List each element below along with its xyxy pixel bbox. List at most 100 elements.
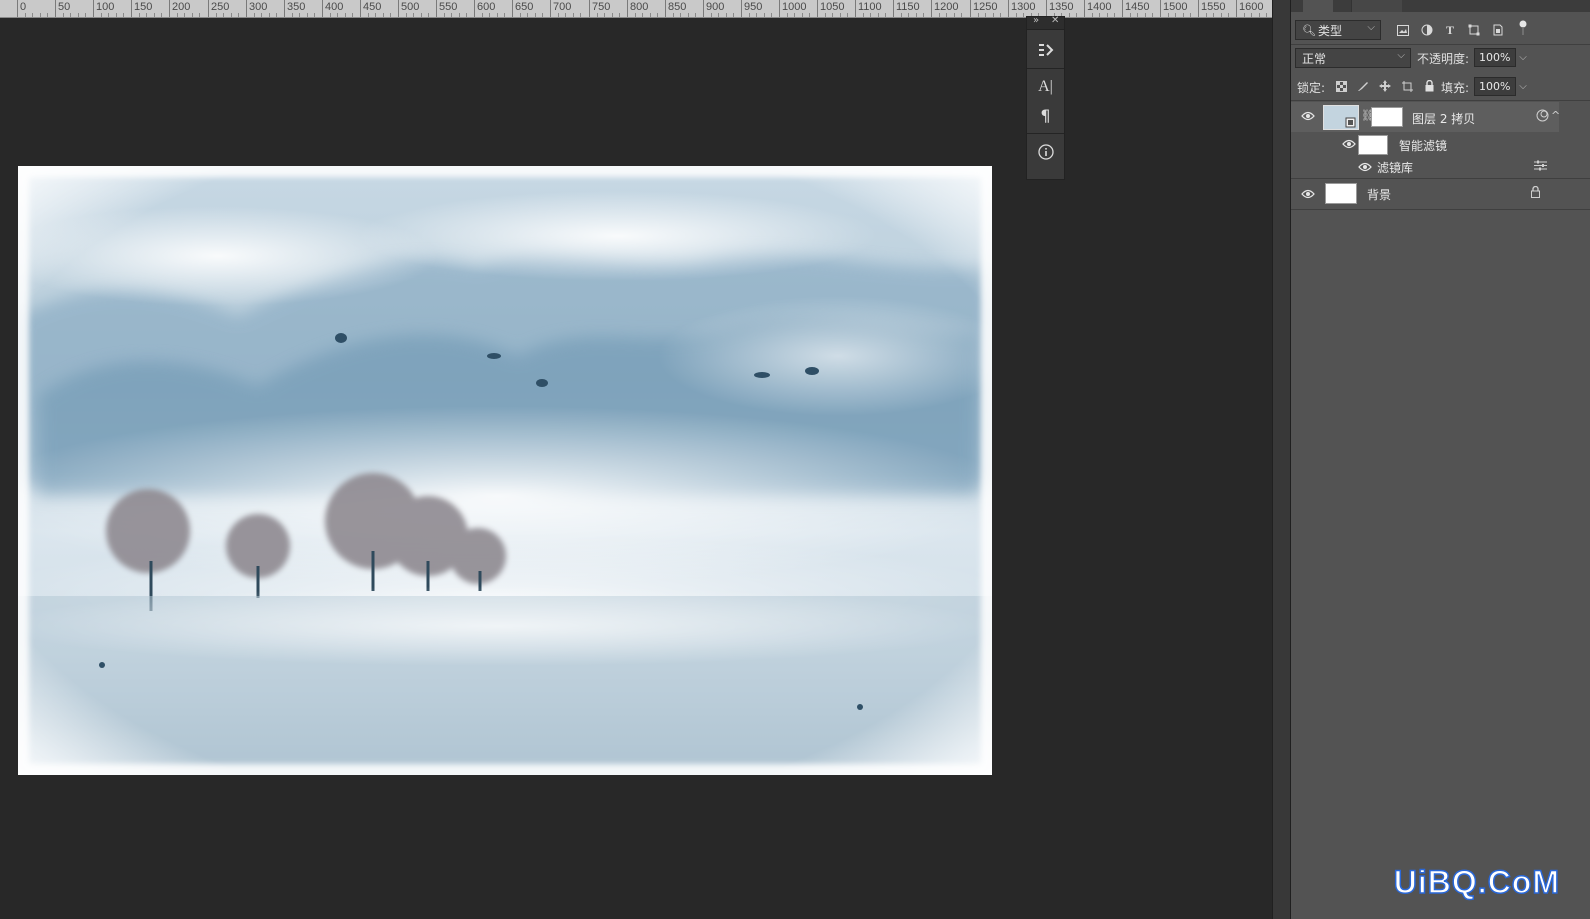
filter-kind-select[interactable]: 🔍︎ 类型 ⌵ bbox=[1295, 20, 1381, 40]
ruler-minor-tick bbox=[954, 13, 955, 17]
ruler-minor-tick bbox=[314, 13, 315, 17]
fill-slider-toggle[interactable]: ⌵ bbox=[1516, 77, 1530, 96]
ruler-minor-tick bbox=[1244, 13, 1245, 17]
ruler-minor-tick bbox=[390, 13, 391, 17]
lock-image-pixels-icon[interactable] bbox=[1355, 78, 1371, 94]
collapse-effects-icon[interactable]: ^ bbox=[1551, 109, 1560, 122]
ruler-major-tick bbox=[131, 0, 132, 17]
ruler-minor-tick bbox=[1145, 13, 1146, 17]
ruler-tick-label: 900 bbox=[706, 1, 725, 13]
eye-icon[interactable] bbox=[1342, 138, 1356, 152]
eye-icon[interactable] bbox=[1301, 188, 1315, 202]
ruler-major-tick bbox=[360, 0, 361, 17]
horizontal-ruler: 0 50 100 150 200 250 300 350 400 450 500 550 600 650 7… bbox=[0, 0, 1290, 18]
adjustment-filter-icon[interactable] bbox=[1419, 22, 1435, 38]
layer-row-filter-gallery[interactable]: 滤镜库 bbox=[1291, 157, 1559, 177]
ruler-minor-tick bbox=[832, 13, 833, 17]
filter-blending-options-icon[interactable] bbox=[1534, 160, 1547, 174]
ruler-minor-tick bbox=[70, 13, 71, 17]
close-icon[interactable]: ✕ bbox=[1051, 15, 1059, 26]
ruler-minor-tick bbox=[1266, 13, 1267, 17]
ruler-minor-tick bbox=[604, 13, 605, 17]
ruler-minor-tick bbox=[1023, 13, 1024, 17]
ruler-minor-tick bbox=[878, 13, 879, 17]
pixel-filter-icon[interactable] bbox=[1395, 22, 1411, 38]
ruler-major-tick bbox=[550, 0, 551, 17]
ruler-minor-tick bbox=[1152, 13, 1153, 17]
lock-transparent-pixels-icon[interactable] bbox=[1333, 78, 1349, 94]
ruler-minor-tick bbox=[619, 13, 620, 17]
ruler-tick-label: 250 bbox=[211, 1, 230, 13]
dock-header: » ✕ bbox=[1027, 15, 1064, 30]
smart-object-filter-icon[interactable] bbox=[1490, 22, 1506, 38]
ruler-minor-tick bbox=[406, 13, 407, 17]
lock-all-icon[interactable] bbox=[1421, 78, 1437, 94]
character-icon[interactable]: A| bbox=[1027, 73, 1064, 101]
lock-icon bbox=[1530, 185, 1541, 201]
layer-thumbnail[interactable] bbox=[1325, 183, 1357, 204]
ruler-minor-tick bbox=[885, 13, 886, 17]
info-icon[interactable] bbox=[1027, 138, 1064, 166]
ruler-tick-label: 800 bbox=[630, 1, 649, 13]
ruler-minor-tick bbox=[375, 13, 376, 17]
ruler-minor-tick bbox=[276, 13, 277, 17]
opacity-input[interactable]: 100% bbox=[1474, 48, 1516, 67]
layer-mask-thumbnail[interactable] bbox=[1371, 107, 1403, 127]
ruler-minor-tick bbox=[1099, 13, 1100, 17]
filter-kind-label: 类型 bbox=[1317, 23, 1342, 38]
ruler-minor-tick bbox=[673, 13, 674, 17]
ruler-minor-tick bbox=[642, 13, 643, 17]
history-icon[interactable] bbox=[1027, 36, 1064, 64]
eye-icon[interactable] bbox=[1358, 161, 1372, 175]
ruler-minor-tick bbox=[154, 13, 155, 17]
layer-name[interactable]: 滤镜库 bbox=[1377, 159, 1413, 176]
ruler-minor-tick bbox=[718, 13, 719, 17]
ruler-major-tick bbox=[208, 0, 209, 17]
ruler-tick-label: 50 bbox=[58, 1, 71, 13]
document-image[interactable] bbox=[18, 166, 992, 775]
ruler-minor-tick bbox=[32, 13, 33, 17]
layer-thumbnail[interactable] bbox=[1323, 105, 1359, 130]
ruler-tick-label: 200 bbox=[172, 1, 191, 13]
lock-artboard-icon[interactable] bbox=[1399, 78, 1415, 94]
tab-layers[interactable] bbox=[1303, 0, 1333, 12]
ruler-minor-tick bbox=[161, 13, 162, 17]
lock-position-icon[interactable] bbox=[1377, 78, 1393, 94]
tab-channels[interactable] bbox=[1351, 0, 1402, 12]
ruler-major-tick bbox=[970, 0, 971, 17]
layer-name[interactable]: 图层 2 拷贝 bbox=[1412, 110, 1475, 127]
ruler-tick-label: 700 bbox=[553, 1, 572, 13]
ruler-minor-tick bbox=[635, 13, 636, 17]
layer-name[interactable]: 背景 bbox=[1367, 186, 1391, 203]
ruler-minor-tick bbox=[802, 13, 803, 17]
fill-input[interactable]: 100% bbox=[1474, 77, 1516, 96]
layer-row-smart-object[interactable]: ⛓︎ 图层 2 拷贝 ^ bbox=[1291, 102, 1560, 132]
ruler-minor-tick bbox=[383, 13, 384, 17]
misty-landscape-image bbox=[18, 166, 992, 775]
smart-filter-visibility-icon[interactable] bbox=[1536, 109, 1549, 125]
ruler-major-tick bbox=[855, 0, 856, 17]
ruler-tick-label: 1000 bbox=[782, 1, 807, 13]
ruler-minor-tick bbox=[47, 13, 48, 17]
opacity-slider-toggle[interactable]: ⌵ bbox=[1516, 48, 1530, 67]
layer-row-background[interactable]: 背景 bbox=[1291, 180, 1559, 208]
divider bbox=[1291, 44, 1590, 45]
smart-filter-mask-thumbnail[interactable] bbox=[1358, 135, 1388, 155]
shape-filter-icon[interactable] bbox=[1466, 22, 1482, 38]
filter-toggle-icon[interactable] bbox=[1515, 20, 1531, 36]
ruler-minor-tick bbox=[711, 13, 712, 17]
ruler-minor-tick bbox=[428, 13, 429, 17]
layer-row-smart-filters[interactable]: 智能滤镜 bbox=[1291, 133, 1559, 155]
blend-mode-select[interactable]: 正常 ⌵ bbox=[1295, 48, 1411, 68]
eye-icon[interactable] bbox=[1301, 110, 1315, 124]
vertical-scrollbar[interactable] bbox=[1272, 0, 1291, 919]
canvas-area[interactable] bbox=[0, 18, 1290, 919]
ruler-tick-label: 1450 bbox=[1125, 1, 1150, 13]
collapse-panels-icon[interactable]: » bbox=[1033, 15, 1039, 26]
ruler-tick-label: 1350 bbox=[1049, 1, 1074, 13]
layer-name[interactable]: 智能滤镜 bbox=[1399, 137, 1447, 154]
type-filter-icon[interactable]: T bbox=[1442, 22, 1458, 38]
ruler-tick-label: 850 bbox=[668, 1, 687, 13]
paragraph-icon[interactable]: ¶ bbox=[1027, 101, 1064, 129]
ruler-tick-label: 750 bbox=[592, 1, 611, 13]
